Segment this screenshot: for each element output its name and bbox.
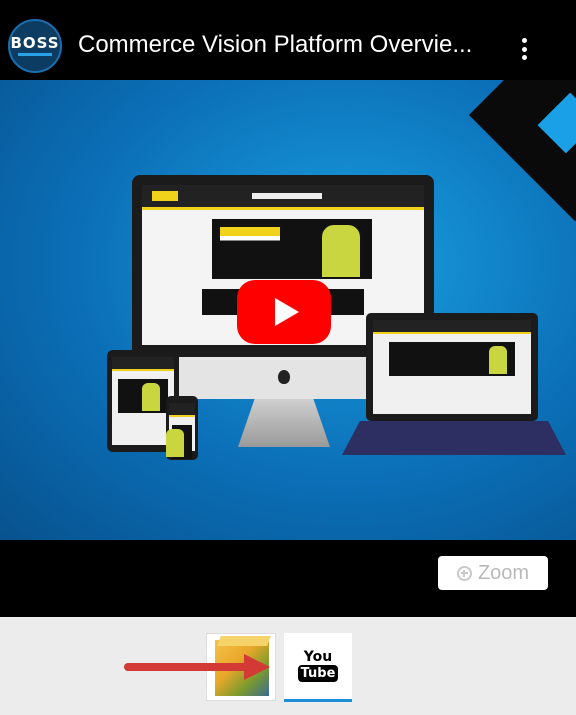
site-logo-mock [152,191,178,201]
annotation-arrow-shaft [124,663,252,671]
phone-screen [166,403,195,459]
tablet-screen [112,357,174,445]
apple-icon [278,370,290,384]
phone-hero-mock [166,425,193,459]
laptop-hero-mock [388,342,516,376]
phone-header-mock [169,403,195,417]
laptop-header-mock [373,320,531,334]
active-thumbnail-indicator [284,699,352,702]
laptop-keyboard [342,421,566,455]
zoom-button[interactable]: Zoom [438,556,548,590]
tablet-header-mock [112,357,174,371]
hero-text-mock [220,227,280,257]
play-icon [275,298,299,326]
zoom-label: Zoom [477,561,530,584]
laptop-screen [373,320,531,414]
player-top-bar: BOSS Commerce Vision Platform Overvie... [0,0,576,80]
tablet-hero-mock [118,379,168,413]
thumbnail-youtube-video[interactable]: You Tube [284,633,352,699]
channel-logo-text: BOSS [10,34,60,52]
hero-banner-mock [212,219,372,279]
site-search-mock [252,193,322,199]
product-box-lid [217,636,271,646]
monitor-stand [238,399,330,447]
video-title[interactable]: Commerce Vision Platform Overvie... [78,30,498,60]
channel-logo-bar [18,53,52,56]
channel-avatar[interactable]: BOSS [8,19,62,73]
youtube-logo-tube: Tube [297,665,339,682]
more-vert-icon[interactable] [512,34,536,64]
laptop-mockup [366,313,538,421]
phone-mockup [166,396,198,460]
zoom-in-icon [456,565,472,581]
play-button[interactable] [237,280,331,344]
hero-person-mock [322,225,360,277]
video-thumbnail[interactable] [0,80,576,540]
annotation-arrow-icon [244,654,270,680]
video-player[interactable]: BOSS Commerce Vision Platform Overvie... [0,0,576,617]
youtube-logo-you: You [303,649,333,665]
